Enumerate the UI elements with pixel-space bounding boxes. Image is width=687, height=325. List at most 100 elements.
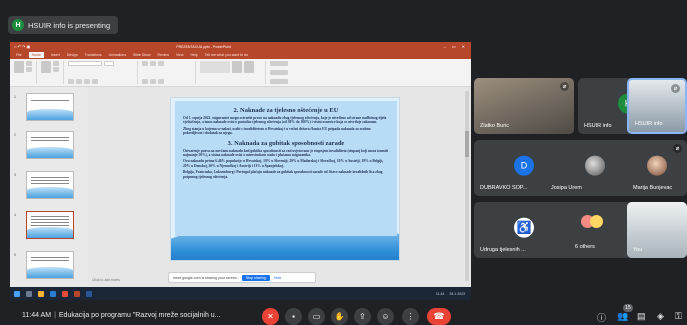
select-icon[interactable] bbox=[270, 79, 288, 84]
presenter-avatar: H bbox=[12, 19, 24, 31]
current-slide[interactable]: 2. Naknade za tjelesno oštećenje u EU Od… bbox=[170, 97, 400, 261]
copy-icon[interactable] bbox=[26, 67, 32, 72]
tab-insert[interactable]: Insert bbox=[51, 53, 60, 57]
layout-icon[interactable] bbox=[53, 61, 59, 66]
arrange-icon[interactable] bbox=[232, 61, 242, 73]
slide-thumbnail[interactable] bbox=[26, 131, 74, 159]
powerpoint-icon[interactable] bbox=[74, 290, 80, 297]
self-name: You bbox=[633, 247, 643, 253]
align-right-icon[interactable] bbox=[158, 79, 164, 84]
thumb-number: 3 bbox=[14, 173, 16, 177]
start-icon[interactable] bbox=[14, 290, 20, 297]
slide-thumbnail[interactable] bbox=[26, 251, 74, 279]
activities-button[interactable]: ◈ bbox=[657, 311, 664, 322]
people-button[interactable]: 👥 bbox=[617, 311, 628, 322]
align-left-icon[interactable] bbox=[142, 79, 148, 84]
present-button[interactable]: ⇪ bbox=[354, 308, 371, 325]
minimize-icon[interactable]: – bbox=[444, 44, 446, 49]
slide-thumbnails-pane: 1 2 3 4 5 bbox=[10, 87, 88, 291]
tray-date[interactable]: 25.1.2023 bbox=[449, 292, 465, 296]
hide-notice-button[interactable]: Hide bbox=[274, 276, 281, 280]
tab-design[interactable]: Design bbox=[67, 53, 78, 57]
raise-hand-button[interactable]: ✋ bbox=[331, 308, 348, 325]
shared-screen: ⌂ ↶ ↷ ▣ PREZENTACIJA.pptx - PowerPoint –… bbox=[10, 42, 471, 300]
tray-time[interactable]: 11:44 bbox=[436, 292, 445, 296]
chat-button[interactable]: ▤ bbox=[637, 311, 646, 322]
align-center-icon[interactable] bbox=[150, 79, 156, 84]
mic-off-icon: ✕ bbox=[267, 312, 274, 321]
tab-transitions[interactable]: Transitions bbox=[85, 53, 102, 57]
file-explorer-icon[interactable] bbox=[38, 290, 44, 297]
tab-home[interactable]: Home bbox=[28, 52, 44, 58]
system-tray: 11:44 25.1.2023 bbox=[436, 292, 471, 296]
meeting-details-button[interactable]: ⓘ bbox=[597, 311, 606, 324]
reset-icon[interactable] bbox=[53, 67, 59, 72]
new-slide-icon[interactable] bbox=[41, 61, 51, 73]
indent-icon[interactable] bbox=[158, 61, 164, 66]
vertical-scrollbar[interactable] bbox=[465, 91, 469, 281]
meeting-title: Edukacija po programu "Razvoj mreže soci… bbox=[58, 312, 221, 319]
thumb-number: 4 bbox=[14, 213, 16, 217]
bullets-icon[interactable] bbox=[142, 61, 148, 66]
bold-icon[interactable] bbox=[68, 79, 74, 84]
tab-file[interactable]: File bbox=[16, 53, 22, 57]
slide-thumbnail[interactable] bbox=[26, 93, 74, 121]
cut-icon[interactable] bbox=[26, 61, 32, 66]
muted-icon: ⌀ bbox=[673, 144, 682, 153]
hang-up-icon: ☎ bbox=[433, 311, 445, 321]
ribbon bbox=[10, 59, 471, 87]
maximize-icon[interactable]: ▭ bbox=[452, 44, 456, 49]
tab-review[interactable]: Review bbox=[158, 53, 169, 57]
leave-call-button[interactable]: ☎ bbox=[427, 308, 451, 325]
tab-slide-show[interactable]: Slide Show bbox=[133, 53, 151, 57]
reactions-button[interactable]: ☺ bbox=[377, 308, 394, 325]
chrome-icon[interactable] bbox=[62, 290, 68, 297]
underline-icon[interactable] bbox=[84, 79, 90, 84]
numbering-icon[interactable] bbox=[150, 61, 156, 66]
info-icon: ⓘ bbox=[597, 313, 607, 323]
scrollbar-thumb[interactable] bbox=[465, 131, 469, 157]
wheelchair-logo-icon: ♿ bbox=[514, 217, 534, 238]
participant-tile-presenter[interactable]: ⌀ HSUIR info bbox=[627, 78, 687, 134]
participant-name: Marija Bunjevac bbox=[633, 185, 673, 191]
window-controls[interactable]: – ▭ ✕ bbox=[444, 44, 471, 49]
tell-me-search[interactable]: Tell me what you want to do bbox=[205, 53, 248, 57]
slide-thumbnail[interactable] bbox=[26, 171, 74, 199]
font-name-select[interactable] bbox=[68, 61, 102, 66]
slide-paragraph: Od 1. srpnja 2022. osiguranici mogu ostv… bbox=[183, 116, 387, 125]
slide-thumbnail-selected[interactable] bbox=[26, 211, 74, 239]
shapes-gallery[interactable] bbox=[200, 61, 230, 73]
participant-name: Udruga tjelesnih ... bbox=[480, 247, 526, 253]
paste-icon[interactable] bbox=[14, 61, 24, 73]
share-notice-text: meet.google.com is sharing your screen. bbox=[173, 275, 238, 280]
mic-off-button[interactable]: ✕ bbox=[262, 308, 279, 325]
font-color-icon[interactable] bbox=[92, 79, 98, 84]
participant-tile[interactable]: ⌀ Marija Bunjevac bbox=[627, 140, 687, 196]
quick-styles-icon[interactable] bbox=[244, 61, 254, 73]
tab-help[interactable]: Help bbox=[191, 53, 198, 57]
find-icon[interactable] bbox=[270, 61, 288, 66]
quick-access-toolbar[interactable]: ⌂ ↶ ↷ ▣ bbox=[14, 44, 30, 49]
thumb-number: 2 bbox=[14, 133, 16, 137]
close-icon[interactable]: ✕ bbox=[462, 44, 465, 49]
slide-text-box[interactable]: 2. Naknade za tjelesno oštećenje u EU Od… bbox=[175, 101, 397, 236]
edge-icon[interactable] bbox=[50, 290, 56, 297]
replace-icon[interactable] bbox=[270, 70, 288, 75]
font-size-select[interactable] bbox=[104, 61, 114, 66]
camera-button[interactable]: ▪ bbox=[285, 308, 302, 325]
participant-tile[interactable]: ⌀ Zlatko Buric bbox=[474, 78, 574, 134]
slide-heading-2: 3. Naknada za gubitak sposobnosti zarade bbox=[227, 139, 345, 147]
search-icon[interactable] bbox=[26, 290, 32, 297]
thumb-number: 5 bbox=[14, 253, 16, 257]
more-options-button[interactable]: ⋮ bbox=[402, 308, 419, 325]
italic-icon[interactable] bbox=[76, 79, 82, 84]
host-controls-button[interactable]: ⚿ bbox=[675, 311, 682, 322]
tab-animations[interactable]: Animations bbox=[109, 53, 126, 57]
lock-icon: ⚿ bbox=[675, 311, 682, 321]
word-icon[interactable] bbox=[86, 290, 92, 297]
self-tile[interactable]: You bbox=[627, 202, 687, 258]
stop-sharing-button[interactable]: Stop sharing bbox=[241, 274, 270, 281]
chat-icon: ▤ bbox=[637, 311, 646, 321]
captions-button[interactable]: ▭ bbox=[308, 308, 325, 325]
tab-view[interactable]: View bbox=[176, 53, 184, 57]
